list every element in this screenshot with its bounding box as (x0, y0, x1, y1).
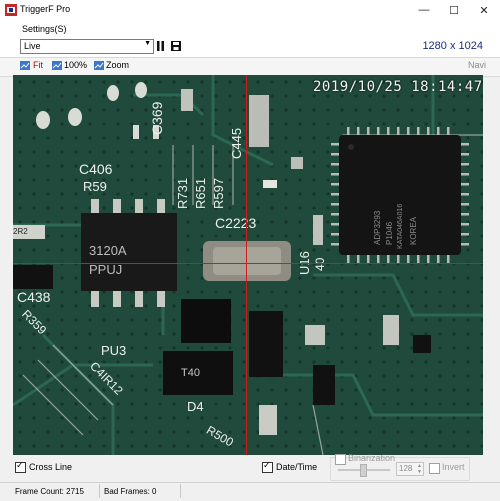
close-button[interactable]: ✕ (469, 0, 499, 20)
cross-line-label: Cross Line (29, 462, 73, 472)
mode-value: Live (24, 41, 41, 51)
minimize-icon: — (418, 4, 430, 16)
camera-viewer[interactable]: 2019/10/25 18:14:47 C406 R59 C369 R731 R… (13, 75, 483, 455)
chip-marking-line1: ADP3293 (373, 210, 382, 245)
label-r597: R597 (211, 177, 226, 209)
spinner-arrows-icon: ▲ ▼ (417, 463, 422, 475)
label-c2223: C2223 (215, 215, 257, 231)
label-c445: C445 (229, 127, 244, 159)
chip-marking-line2: P1046 (385, 221, 394, 245)
fit-icon[interactable] (20, 61, 30, 70)
app-icon (5, 4, 17, 16)
crossline-vertical (246, 75, 247, 455)
chevron-down-icon: ▼ (144, 40, 151, 47)
save-icon[interactable] (171, 41, 181, 51)
status-separator (180, 484, 181, 498)
label-c369: C369 (149, 101, 165, 135)
chip-marking-3120a: 3120A (89, 243, 127, 258)
zoom-icon[interactable] (94, 61, 104, 70)
threshold-slider-thumb[interactable] (360, 464, 367, 477)
label-d4: D4 (187, 399, 204, 414)
label-r651: R651 (193, 177, 208, 209)
label-2r2: 2R2 (13, 227, 28, 236)
close-icon: ✕ (479, 4, 489, 17)
date-time-label: Date/Time (276, 462, 318, 472)
label-r59: R59 (83, 179, 107, 194)
zoom-100-icon[interactable] (52, 61, 62, 70)
label-pu3: PU3 (101, 343, 127, 358)
date-time-checkbox[interactable] (262, 460, 273, 473)
label-r731: R731 (175, 177, 190, 209)
invert-label: Invert (442, 462, 465, 472)
menu-bar (0, 20, 500, 37)
zoom-button[interactable]: Zoom (106, 60, 129, 70)
minimize-button[interactable]: — (409, 0, 439, 20)
timestamp-overlay: 2019/10/25 18:14:47 (313, 79, 483, 95)
maximize-button[interactable]: ☐ (439, 0, 469, 20)
cross-line-checkbox[interactable] (15, 460, 26, 473)
mode-select[interactable]: Live ▼ (20, 39, 154, 54)
binarization-label: Binarization (348, 453, 396, 463)
zoom-100-button[interactable]: 100% (64, 60, 87, 70)
chip-marking-line3: KATA046A016 (397, 203, 404, 249)
status-separator (99, 484, 100, 498)
threshold-value: 128 (399, 464, 413, 473)
bad-frames: Bad Frames: 0 (104, 487, 157, 496)
pause-icon[interactable] (156, 41, 165, 51)
navi-button[interactable]: Navi (468, 60, 486, 70)
crossline-horizontal (13, 263, 483, 264)
resolution-readout: 1280 x 1024 (422, 40, 483, 52)
label-c406: C406 (79, 161, 113, 177)
chip-marking-line4: KOREA (409, 216, 418, 245)
invert-checkbox[interactable] (429, 463, 440, 474)
threshold-spinner[interactable]: 128 ▲ ▼ (396, 462, 424, 476)
label-40: 40 (313, 257, 327, 271)
label-t40: T40 (181, 367, 200, 379)
window-title: TriggerF Pro (20, 4, 71, 14)
menu-settings[interactable]: Settings(S) (22, 24, 67, 34)
chip-marking-ppuj: PPUJ (89, 262, 123, 277)
frame-count: Frame Count: 2715 (15, 487, 84, 496)
label-c438: C438 (17, 289, 51, 305)
pcb-image (13, 75, 483, 455)
binarization-checkbox[interactable] (335, 454, 346, 465)
maximize-icon: ☐ (449, 4, 459, 17)
fit-button[interactable]: Fit (33, 60, 43, 70)
